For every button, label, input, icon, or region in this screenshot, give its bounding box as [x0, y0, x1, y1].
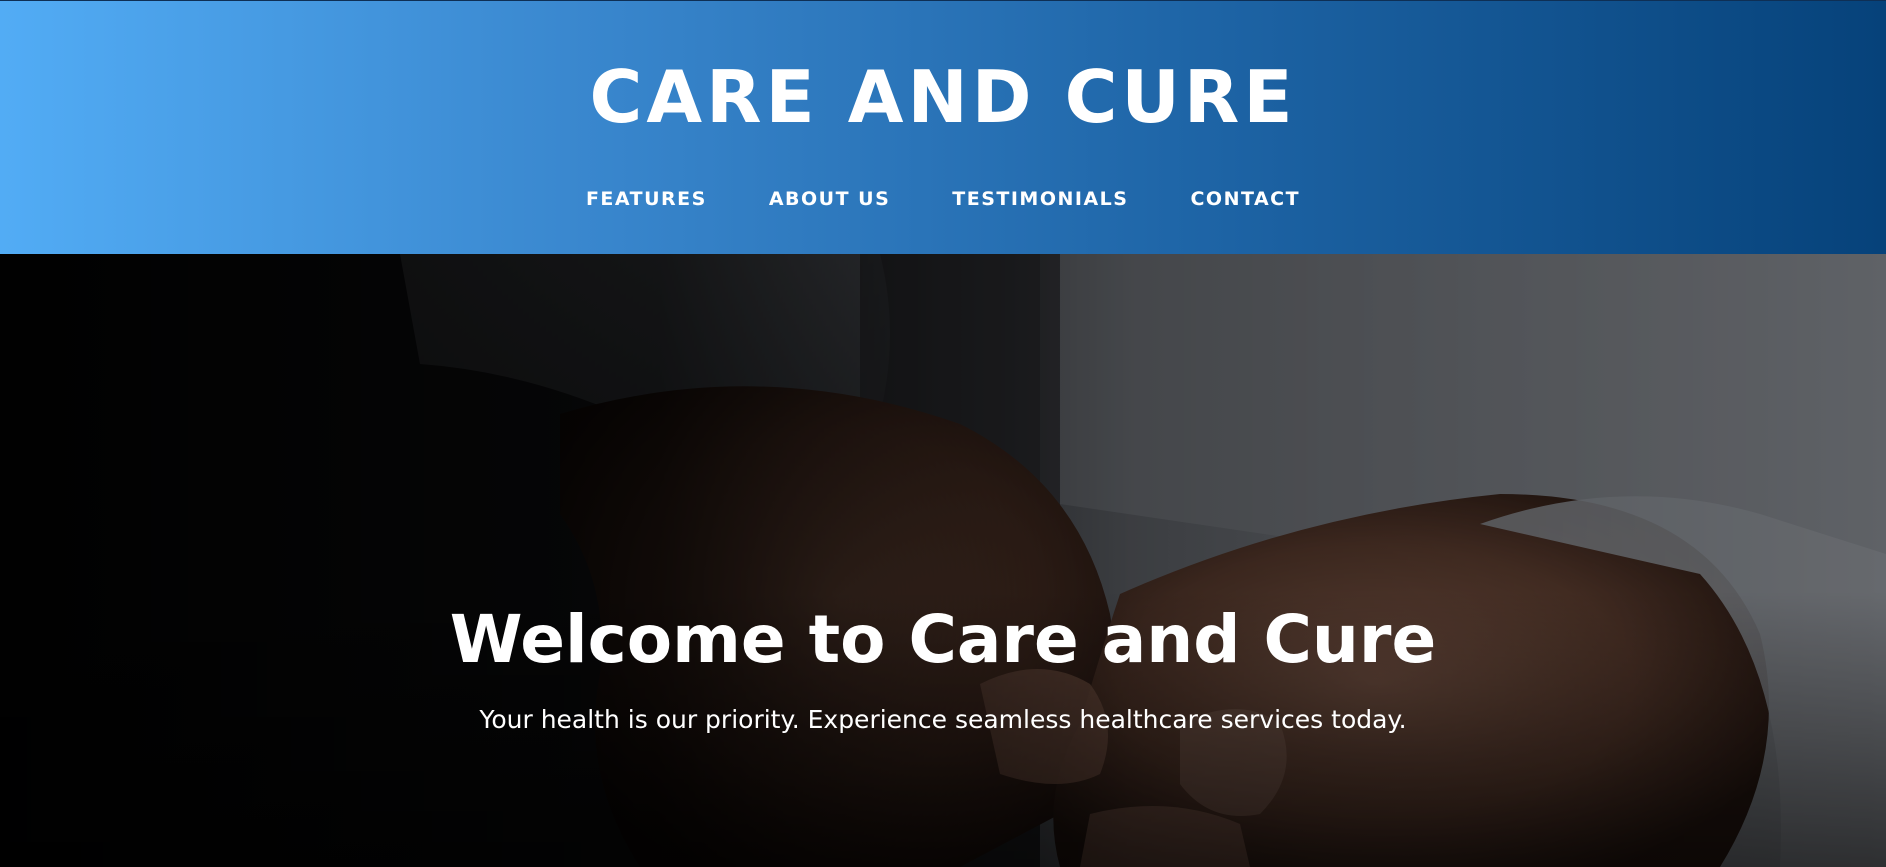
site-logo-title[interactable]: CARE AND CURE: [0, 51, 1886, 143]
nav-link-contact[interactable]: CONTACT: [1190, 185, 1300, 213]
hero-subtitle: Your health is our priority. Experience …: [479, 705, 1407, 734]
nav-link-about-us[interactable]: ABOUT US: [769, 185, 890, 213]
nav-link-features[interactable]: FEATURES: [586, 185, 707, 213]
hero-section: Welcome to Care and Cure Your health is …: [0, 254, 1886, 867]
hero-dark-overlay: [0, 254, 1886, 867]
nav-link-testimonials[interactable]: TESTIMONIALS: [952, 185, 1128, 213]
site-header: CARE AND CURE FEATURES ABOUT US TESTIMON…: [0, 0, 1886, 254]
main-nav: FEATURES ABOUT US TESTIMONIALS CONTACT: [0, 185, 1886, 213]
hero-title: Welcome to Care and Cure: [449, 601, 1437, 679]
